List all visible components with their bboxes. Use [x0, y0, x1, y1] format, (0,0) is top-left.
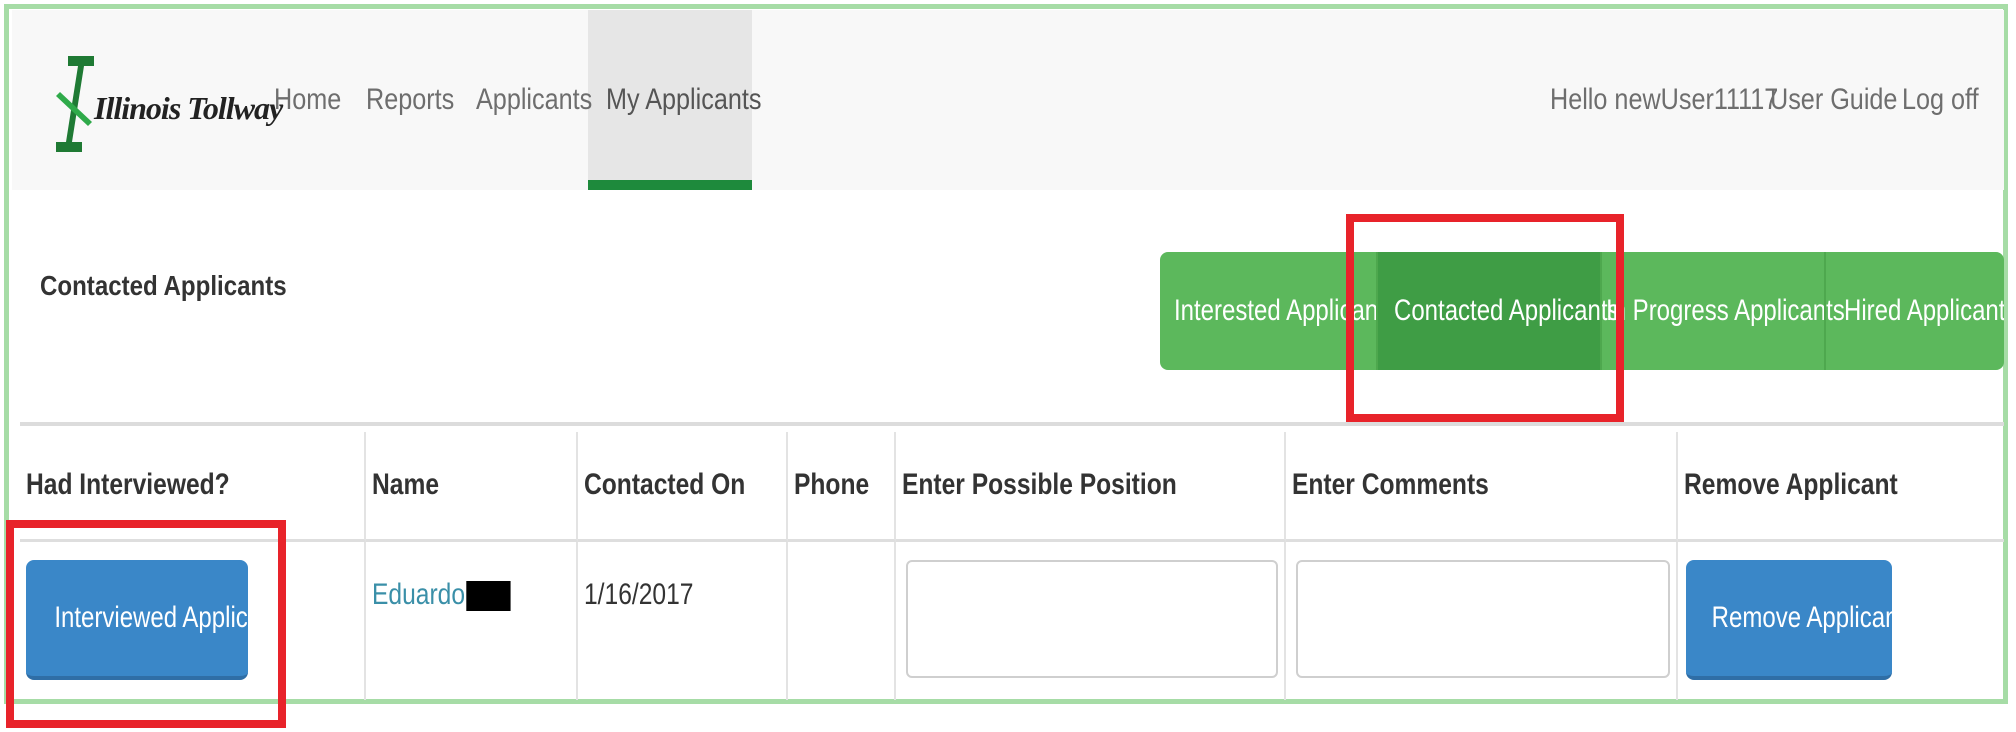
comments-cell — [1286, 542, 1678, 700]
applicant-filter-tabs: Interested Applicants Contacted Applican… — [1160, 252, 2004, 370]
header-name: Name — [366, 432, 578, 542]
nav-log-off[interactable]: Log off — [1902, 10, 1979, 190]
redacted-surname — [466, 581, 511, 612]
name-cell: Eduardo — [366, 542, 578, 700]
illinois-tollway-logo[interactable]: Illinois Tollway — [46, 52, 283, 162]
interviewed-applicant-button[interactable]: Interviewed Applicant — [26, 560, 281, 680]
nav-home[interactable]: Home — [274, 10, 341, 190]
brand-name: Illinois Tollway — [94, 90, 283, 126]
comments-input[interactable] — [1296, 560, 1670, 678]
contacted-on-value: 1/16/2017 — [584, 578, 694, 611]
user-greeting: Hello newUser11117 — [1550, 83, 1779, 116]
contacted-on-cell: 1/16/2017 — [578, 542, 788, 700]
table-row: Interviewed Applicant — [20, 542, 366, 700]
nav-user-guide[interactable]: User Guide — [1770, 10, 1897, 190]
tab-divider — [1824, 252, 1826, 370]
header-remove-applicant: Remove Applicant — [1678, 432, 2004, 542]
tollway-logo-mark — [56, 56, 94, 152]
table-top-divider — [20, 422, 2004, 426]
tab-divider — [1600, 252, 1602, 370]
possible-position-input[interactable] — [906, 560, 1278, 678]
tab-hired-applicants[interactable]: Hired Applicants — [1844, 252, 2004, 370]
possible-position-cell — [896, 542, 1286, 700]
tab-in-progress-applicants[interactable]: In Progress Applicants — [1606, 252, 1845, 370]
applicants-table: Had Interviewed? Name Contacted On Phone… — [20, 432, 2004, 700]
header-possible-position: Enter Possible Position — [896, 432, 1286, 542]
nav-my-applicants[interactable]: My Applicants — [606, 10, 761, 190]
tab-contacted-applicants[interactable]: Contacted Applicants — [1378, 252, 1619, 370]
header-comments: Enter Comments — [1286, 432, 1678, 542]
phone-cell — [788, 542, 896, 700]
page-title: Contacted Applicants — [40, 270, 287, 301]
header-had-interviewed: Had Interviewed? — [20, 432, 366, 542]
header-phone: Phone — [788, 432, 896, 542]
tab-interested-applicants[interactable]: Interested Applicants — [1174, 252, 1397, 370]
top-navbar: Illinois Tollway Home Reports Applicants… — [12, 10, 2004, 190]
applicant-name-link[interactable]: Eduardo — [372, 578, 511, 612]
header-contacted-on: Contacted On — [578, 432, 788, 542]
remove-applicants-button[interactable]: Remove Applicants — [1686, 560, 1917, 680]
nav-applicants[interactable]: Applicants — [476, 10, 592, 190]
remove-applicant-cell: Remove Applicants — [1678, 542, 2004, 700]
nav-reports[interactable]: Reports — [366, 10, 454, 190]
